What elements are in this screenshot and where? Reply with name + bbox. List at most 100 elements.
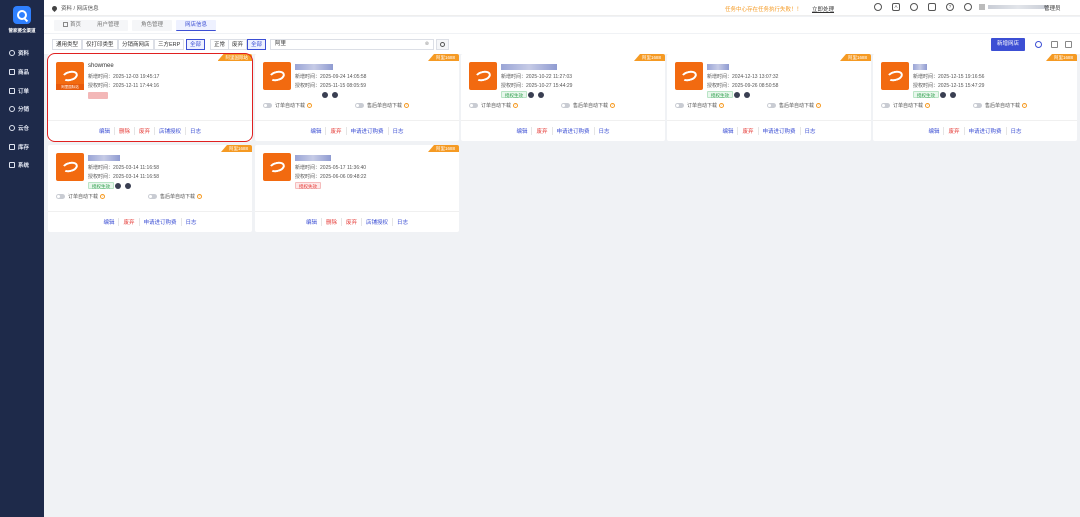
discard-button[interactable]: 废弃 [326,127,347,135]
apply-fee-button[interactable]: 申请进订购费 [759,127,801,135]
add-shop-button[interactable]: 新增网店 [991,38,1026,51]
aftersale-auto-toggle[interactable] [355,103,364,108]
filter-type-all[interactable]: 全部 [186,39,206,50]
shop-auth-button[interactable]: 店铺授权 [155,127,187,135]
order-auto-download[interactable]: 订单自动下载? [263,102,313,109]
help-icon[interactable]: ? [404,103,410,108]
apply-fee-button[interactable]: 申请进订购费 [553,127,595,135]
aftersale-auto-toggle[interactable] [561,103,570,108]
order-auto-toggle[interactable] [881,103,890,108]
edit-button[interactable]: 编辑 [302,218,322,226]
edit-button[interactable]: 编辑 [512,127,533,135]
log-button[interactable]: 日志 [186,127,205,135]
order-auto-download[interactable]: 订单自动下载? [56,193,106,200]
settings-icon[interactable] [538,92,544,98]
search-button[interactable] [436,39,449,50]
search-input[interactable]: 阿里 ⊗ [270,39,434,50]
log-button[interactable]: 日志 [182,218,201,226]
help-icon[interactable]: ? [1022,103,1028,108]
grid-view-icon[interactable] [1065,41,1072,48]
delete-button[interactable]: 删除 [115,127,135,135]
sidebar-item-fenxiao[interactable]: 分销 [0,100,44,119]
edit-button[interactable]: 编辑 [95,127,115,135]
filter-status-all[interactable]: 全部 [247,39,267,50]
edit-button[interactable]: 编辑 [99,218,120,226]
tab-home[interactable]: 首页 [54,20,91,31]
settings-icon[interactable] [744,92,750,98]
aftersale-auto-toggle[interactable] [767,103,776,108]
apply-fee-button[interactable]: 申请进订购费 [347,127,389,135]
aftersale-auto-download[interactable]: 售后单自动下载? [148,193,203,200]
aftersale-auto-download[interactable]: 售后单自动下载? [767,102,822,109]
filter-third-party-erp[interactable]: 三方ERP [154,39,185,50]
help-icon[interactable]: ? [307,103,313,108]
delete-button[interactable]: 删除 [322,218,342,226]
help-icon[interactable]: ? [816,103,822,108]
discard-button[interactable]: 废弃 [119,218,140,226]
log-button[interactable]: 日志 [389,127,408,135]
tab-role-management[interactable]: 角色管理 [132,20,173,31]
bell-icon[interactable] [964,3,972,11]
edit-button[interactable]: 编辑 [718,127,739,135]
tab-user-management[interactable]: 用户管理 [88,20,129,31]
discard-button[interactable]: 废弃 [342,218,362,226]
aftersale-auto-toggle[interactable] [148,194,157,199]
sidebar-item-kucun[interactable]: 库存 [0,137,44,156]
settings-icon[interactable] [125,183,131,189]
settings-icon[interactable] [1035,41,1042,48]
help-icon[interactable]: ? [100,194,106,199]
filter-print-only-type[interactable]: 仅打印类型 [82,39,118,50]
discard-button[interactable]: 废弃 [532,127,553,135]
order-auto-toggle[interactable] [469,103,478,108]
shop-auth-button[interactable]: 店铺授权 [362,218,394,226]
font-size-icon[interactable]: A [892,3,900,11]
order-auto-toggle[interactable] [56,194,65,199]
filter-status-discarded[interactable]: 废弃 [228,39,248,50]
help-icon[interactable]: ? [197,194,203,199]
discard-button[interactable]: 废弃 [944,127,965,135]
avatar[interactable] [979,4,985,10]
settings-icon[interactable] [332,92,338,98]
tab-shop-info[interactable]: 网店信息 [176,20,217,31]
aftersale-auto-download[interactable]: 售后单自动下载? [561,102,616,109]
help-icon[interactable]: ? [925,103,931,108]
log-button[interactable]: 日志 [595,127,614,135]
edit-button[interactable]: 编辑 [924,127,945,135]
discard-button[interactable]: 废弃 [738,127,759,135]
clear-icon[interactable]: ⊗ [425,40,429,49]
filter-status-normal[interactable]: 正常 [210,39,230,50]
discard-button[interactable]: 废弃 [135,127,155,135]
filter-distributor-shop[interactable]: 分销商网店 [118,39,154,50]
user-role[interactable]: 管理员 [1044,4,1061,12]
aftersale-auto-download[interactable]: 售后单自动下载? [973,102,1028,109]
message-icon[interactable] [910,3,918,11]
help-icon[interactable]: ? [719,103,725,108]
list-view-icon[interactable] [1051,41,1058,48]
search-icon[interactable] [874,3,882,11]
order-auto-toggle[interactable] [263,103,272,108]
filter-general-type[interactable]: 通用类型 [52,39,83,50]
sidebar-item-shangpin[interactable]: 商品 [0,63,44,82]
sidebar-item-ziliao[interactable]: 资料 [0,44,44,63]
edit-button[interactable]: 编辑 [306,127,327,135]
help-icon[interactable]: ? [610,103,616,108]
help-icon[interactable]: ? [513,103,519,108]
aftersale-auto-toggle[interactable] [973,103,982,108]
sidebar-item-xitong[interactable]: 系统 [0,156,44,175]
order-auto-download[interactable]: 订单自动下载? [675,102,725,109]
log-button[interactable]: 日志 [1007,127,1026,135]
order-auto-download[interactable]: 订单自动下载? [469,102,519,109]
sidebar-item-yuncang[interactable]: 云仓 [0,119,44,138]
settings-icon[interactable] [950,92,956,98]
sidebar-item-dingdan[interactable]: 订单 [0,81,44,100]
help-icon[interactable]: ? [946,3,954,11]
aftersale-auto-download[interactable]: 售后单自动下载? [355,102,410,109]
handle-now-link[interactable]: 立即处理 [812,5,834,13]
notice-icon[interactable] [928,3,936,11]
log-button[interactable]: 日志 [393,218,412,226]
order-auto-toggle[interactable] [675,103,684,108]
apply-fee-button[interactable]: 申请进订购费 [140,218,182,226]
apply-fee-button[interactable]: 申请进订购费 [965,127,1007,135]
log-button[interactable]: 日志 [801,127,820,135]
order-auto-download[interactable]: 订单自动下载? [881,102,931,109]
